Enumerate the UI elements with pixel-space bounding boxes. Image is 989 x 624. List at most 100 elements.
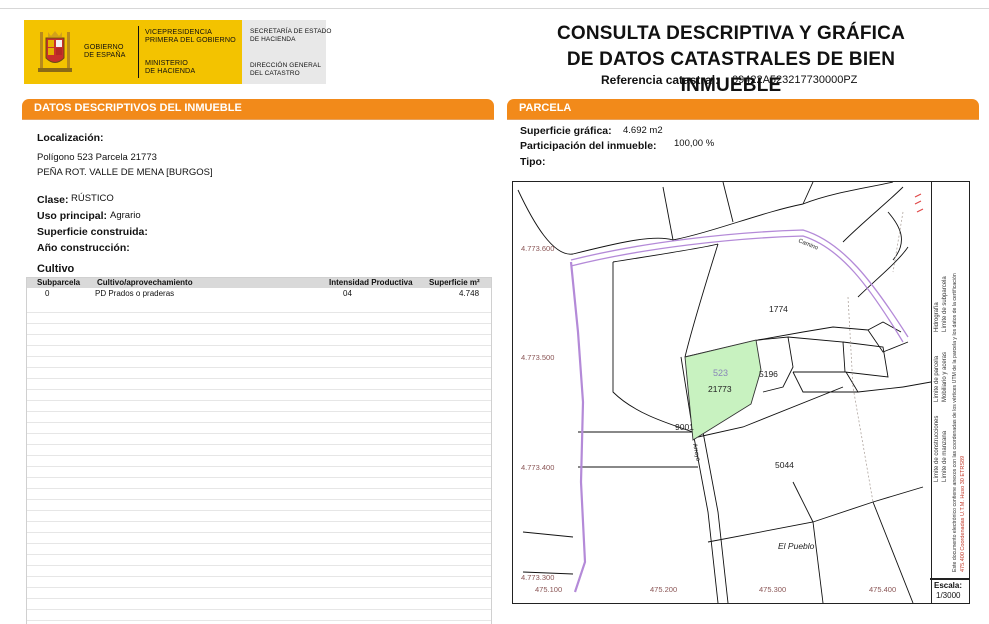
superficie-grafica-label: Superficie gráfica: bbox=[520, 125, 612, 137]
document-title: CONSULTA DESCRIPTIVA Y GRÁFICA DE DATOS … bbox=[526, 21, 936, 99]
subparcel-line bbox=[847, 296, 874, 503]
legend-note: Este documento electrónico contiene anex… bbox=[952, 273, 958, 572]
road-label: Camino bbox=[797, 238, 819, 252]
cadastral-map[interactable]: 4.773.600 4.773.500 4.773.400 4.773.300 … bbox=[512, 181, 932, 604]
parcel-number: 523 bbox=[713, 368, 728, 378]
header-cultivo: Cultivo/aprovechamiento bbox=[97, 278, 193, 287]
ministerio-text: MINISTERIO DE HACIENDA bbox=[145, 58, 196, 76]
cultivo-label: Cultivo bbox=[37, 263, 75, 275]
scale-value: 1/3000 bbox=[936, 591, 961, 600]
legend-limite-manzana: Límite de manzana bbox=[942, 430, 948, 482]
map-boundary bbox=[902, 381, 931, 388]
river-marks bbox=[914, 193, 924, 213]
descriptivos-header-bar: DATOS DESCRIPTIVOS DEL INMUEBLE bbox=[22, 99, 494, 119]
y-label: 4.773.600 bbox=[521, 244, 554, 253]
camino-line bbox=[570, 235, 904, 343]
map-boundary bbox=[612, 262, 694, 433]
parcel-number: 5044 bbox=[775, 460, 794, 470]
ref-catastral-label: Referencia catastral: bbox=[601, 73, 720, 87]
tipo-label: Tipo: bbox=[520, 156, 546, 168]
map-boundary bbox=[572, 203, 804, 255]
table-row: 0 PD Prados o praderas 04 4.748 bbox=[27, 289, 491, 300]
x-label: 475.300 bbox=[759, 585, 786, 594]
legend-mobiliario: Mobiliario y aceras bbox=[942, 351, 948, 402]
superficie-grafica-value: 4.692 m2 bbox=[623, 125, 663, 136]
cultivo-table: Subparcela Cultivo/aprovechamiento Inten… bbox=[26, 277, 492, 624]
map-boundary bbox=[757, 336, 794, 393]
superficie-construida-label: Superficie construida: bbox=[37, 226, 148, 238]
legend-coords: 475.400 Coordenadas U.T.M. Huso 30 ETRS8… bbox=[960, 455, 966, 572]
gobierno-text: GOBIERNO DE ESPAÑA bbox=[84, 42, 126, 60]
vicepresidencia-text: VICEPRESIDENCIA PRIMERA DEL GOBIERNO bbox=[145, 27, 236, 45]
map-boundary bbox=[857, 386, 904, 393]
anio-construccion-label: Año construcción: bbox=[37, 242, 130, 254]
legend-limite-parcela: Límite de parcela bbox=[934, 355, 940, 402]
map-boundary bbox=[612, 243, 719, 263]
map-boundary bbox=[522, 531, 574, 538]
legend-limite-subparcela: Límite de subparcela bbox=[942, 276, 948, 332]
header-subparcela: Subparcela bbox=[37, 278, 81, 287]
participacion-value: 100,00 % bbox=[674, 138, 715, 149]
purple-boundary bbox=[569, 261, 587, 593]
map-legend: Hidrografía Límite de subparcela Límite … bbox=[930, 181, 970, 580]
cell-superficie: 4.748 bbox=[459, 289, 480, 298]
map-boundary bbox=[787, 336, 846, 373]
cell-cultivo: PD Prados o praderas bbox=[95, 289, 175, 298]
x-label: 475.400 bbox=[869, 585, 896, 594]
ref-catastral-value: 09422A523217730000PZ bbox=[732, 74, 858, 86]
parcela-title: PARCELA bbox=[519, 102, 572, 114]
map-boundary bbox=[684, 243, 719, 358]
x-label: 475.200 bbox=[650, 585, 677, 594]
road-label: Arroyo bbox=[691, 443, 701, 462]
y-label: 4.773.300 bbox=[521, 573, 554, 582]
map-boundary bbox=[887, 211, 902, 261]
title-line-2: DE DATOS CATASTRALES DE BIEN INMUEBLE bbox=[566, 49, 896, 96]
map-boundary bbox=[722, 182, 734, 223]
participacion-label: Participación del inmueble: bbox=[520, 140, 657, 152]
map-scale: Escala: 1/3000 bbox=[930, 578, 970, 604]
coat-of-arms-icon bbox=[38, 31, 72, 72]
camino-line bbox=[570, 229, 909, 338]
logo-separator bbox=[138, 26, 139, 78]
legend-limite-construcciones: Límite de construcciones bbox=[934, 415, 940, 482]
map-boundary bbox=[802, 182, 894, 205]
scale-label: Escala: bbox=[934, 581, 963, 590]
y-label: 4.773.400 bbox=[521, 463, 554, 472]
uso-principal-label: Uso principal: bbox=[37, 210, 108, 222]
descriptivos-title: DATOS DESCRIPTIVOS DEL INMUEBLE bbox=[34, 102, 242, 114]
map-boundary bbox=[842, 341, 889, 378]
header-superficie: Superficie m² bbox=[429, 278, 480, 287]
secretaria-text: SECRETARÍA DE ESTADO DE HACIENDA bbox=[250, 28, 332, 43]
parcel-number: 9001 bbox=[675, 422, 694, 432]
top-divider bbox=[0, 8, 989, 9]
y-label: 4.773.500 bbox=[521, 353, 554, 362]
map-boundary bbox=[812, 521, 824, 603]
map-boundary bbox=[857, 246, 909, 298]
table-empty-rows bbox=[27, 302, 491, 624]
map-boundary bbox=[792, 371, 859, 393]
map-boundary bbox=[842, 186, 904, 243]
parcel-number: 5196 bbox=[759, 369, 778, 379]
parcela-underline bbox=[507, 119, 979, 120]
x-label: 475.100 bbox=[535, 585, 562, 594]
direccion-text: DIRECCIÓN GENERAL DEL CATASTRO bbox=[250, 62, 322, 77]
uso-principal-value: Agrario bbox=[110, 210, 141, 221]
parcela-header-bar: PARCELA bbox=[507, 99, 979, 119]
cell-subparcela: 0 bbox=[45, 289, 50, 298]
cell-intensidad: 04 bbox=[343, 289, 352, 298]
map-drawing: 4.773.600 4.773.500 4.773.400 4.773.300 … bbox=[517, 182, 931, 603]
localizacion-line-2: PEÑA ROT. VALLE DE MENA [BURGOS] bbox=[37, 167, 213, 178]
header-intensidad: Intensidad Productiva bbox=[329, 278, 413, 287]
localizacion-label: Localización: bbox=[37, 132, 104, 144]
clase-value: RÚSTICO bbox=[71, 193, 114, 204]
clase-label: Clase: bbox=[37, 194, 69, 206]
parcel-number: 21773 bbox=[708, 384, 732, 394]
parcel-number: 1774 bbox=[769, 304, 788, 314]
descriptivos-underline bbox=[22, 119, 494, 120]
map-boundary bbox=[707, 486, 924, 543]
title-line-1: CONSULTA DESCRIPTIVA Y GRÁFICA bbox=[556, 23, 906, 44]
legend-hidrografia: Hidrografía bbox=[934, 302, 940, 332]
map-boundary bbox=[662, 186, 674, 241]
localizacion-line-1: Polígono 523 Parcela 21773 bbox=[37, 152, 157, 163]
place-name: El Pueblo bbox=[778, 541, 815, 551]
